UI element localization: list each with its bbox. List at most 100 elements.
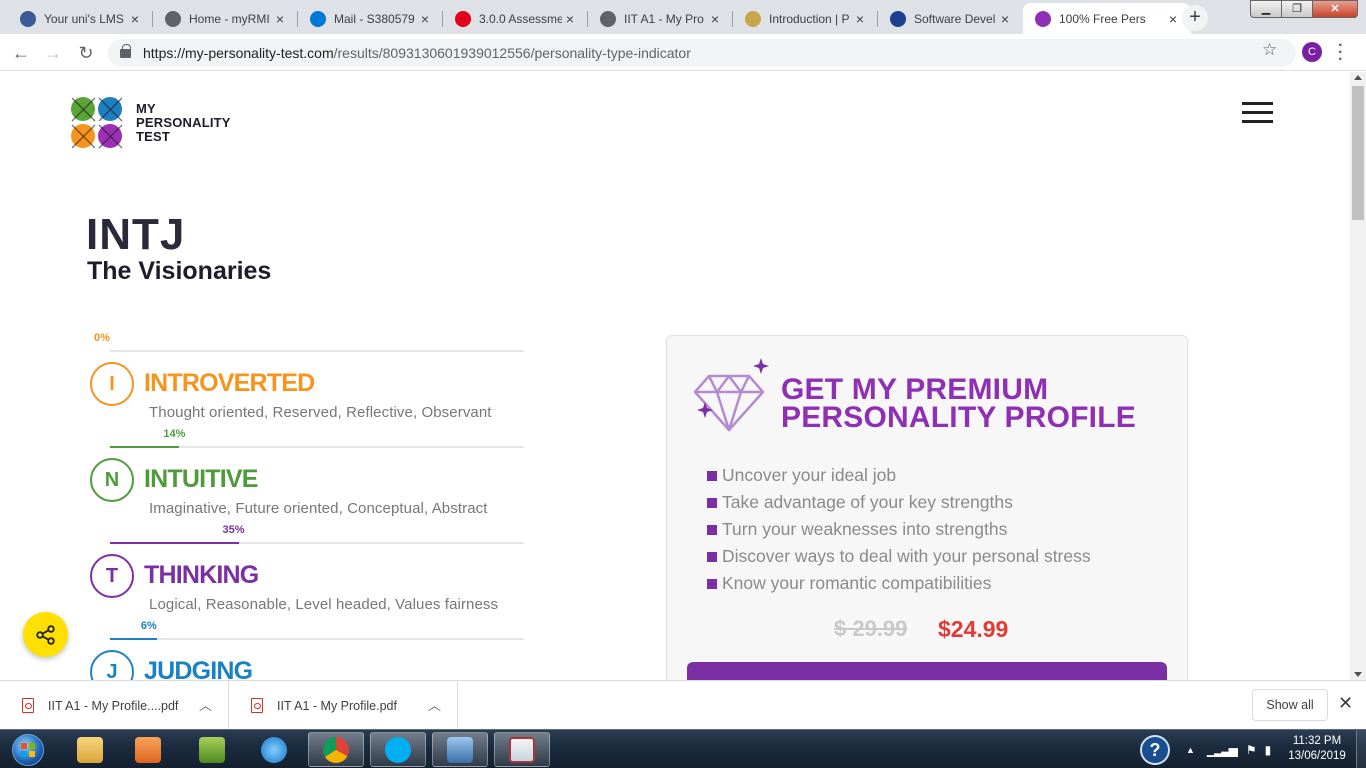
close-download-shelf-icon[interactable]: ✕ xyxy=(1338,693,1353,714)
show-desktop-button[interactable] xyxy=(1356,730,1366,768)
taskbar-explorer[interactable] xyxy=(62,732,118,767)
trait-percent: 35% xyxy=(222,524,245,536)
site-logo[interactable]: MY PERSONALITY TEST xyxy=(70,96,231,150)
bullet-square-icon xyxy=(707,551,717,562)
minimize-button[interactable]: ▁ xyxy=(1250,0,1282,18)
buy-premium-button[interactable] xyxy=(687,662,1167,680)
premium-feature-text: Discover ways to deal with your personal… xyxy=(722,546,1091,566)
tab-close-icon[interactable]: × xyxy=(997,11,1013,27)
help-icon[interactable]: ? xyxy=(1140,734,1170,765)
network-icon[interactable]: ▁▂▃▅ xyxy=(1207,743,1238,757)
favicon-icon xyxy=(600,10,616,27)
reload-icon[interactable]: ↻ xyxy=(73,40,99,66)
trait-track xyxy=(110,350,524,352)
browser-toolbar: ← → ↻ https://my-personality-test.com/re… xyxy=(0,34,1366,71)
tab-close-icon[interactable]: × xyxy=(562,11,578,27)
tab-close-icon[interactable]: × xyxy=(417,11,433,27)
logo-mark-icon xyxy=(71,97,123,149)
windows-taskbar: ? ▲ ▁▂▃▅ ⚑ ▮ 11:32 PM 13/06/2019 xyxy=(0,729,1366,768)
show-hidden-icons[interactable]: ▲ xyxy=(1186,745,1195,755)
diamond-icon xyxy=(693,358,769,432)
browser-tab[interactable]: 100% Free Pers × xyxy=(1023,3,1191,34)
tab-close-icon[interactable]: × xyxy=(1165,11,1181,27)
favicon-icon xyxy=(890,10,906,27)
download-item[interactable]: IIT A1 - My Profile....pdf ︿ xyxy=(0,681,229,730)
taskbar-chrome[interactable] xyxy=(308,732,364,767)
lock-icon xyxy=(120,43,131,58)
favicon-icon xyxy=(165,10,181,27)
skype-icon xyxy=(385,736,411,763)
tab-close-icon[interactable]: × xyxy=(127,11,143,27)
close-window-button[interactable]: ✕ xyxy=(1312,0,1358,18)
windows-logo-icon xyxy=(12,733,44,766)
browser-tab[interactable]: 3.0.0 Assessme × xyxy=(443,3,588,34)
pdf-file-icon xyxy=(251,698,263,713)
forward-icon[interactable]: → xyxy=(40,40,66,66)
power-icon[interactable]: ▮ xyxy=(1265,743,1272,757)
browser-tab[interactable]: Introduction | P × xyxy=(733,3,878,34)
browser-tab[interactable]: Your uni's LMS × xyxy=(8,3,153,34)
download-filename: IIT A1 - My Profile....pdf xyxy=(48,698,179,713)
address-bar[interactable]: https://my-personality-test.com/results/… xyxy=(108,39,1296,67)
tab-close-icon[interactable]: × xyxy=(707,11,723,27)
taskbar-remote-desktop[interactable] xyxy=(432,732,488,767)
chevron-up-icon[interactable]: ︿ xyxy=(428,695,441,714)
browser-tab[interactable]: IIT A1 - My Pro × xyxy=(588,3,733,34)
chevron-up-icon[interactable]: ︿ xyxy=(199,695,212,714)
tab-title: IIT A1 - My Pro xyxy=(624,11,704,26)
url-path: /results/8093130601939012556/personality… xyxy=(333,45,691,61)
premium-feature-item: Turn your weaknesses into strengths xyxy=(707,516,1091,543)
tab-title: Mail - S380579 xyxy=(334,11,415,26)
premium-feature-item: Take advantage of your key strengths xyxy=(707,489,1091,516)
start-button[interactable] xyxy=(6,731,50,768)
taskbar-access[interactable] xyxy=(494,732,550,767)
taskbar-internet-explorer[interactable] xyxy=(246,732,302,767)
trait-row: 6% J JUDGING xyxy=(90,620,524,680)
browser-tab[interactable]: Software Devel × xyxy=(878,3,1023,34)
hamburger-menu-icon[interactable] xyxy=(1242,102,1273,129)
maximize-button[interactable]: ❐ xyxy=(1281,0,1313,18)
bullet-square-icon xyxy=(707,497,717,508)
scrollbar-thumb[interactable] xyxy=(1352,86,1364,220)
bullet-square-icon xyxy=(707,470,717,481)
leaf-app-icon xyxy=(199,736,225,763)
scroll-down-icon[interactable] xyxy=(1354,672,1362,677)
action-center-flag-icon[interactable]: ⚑ xyxy=(1246,743,1257,757)
tab-title: 100% Free Pers xyxy=(1059,11,1146,26)
browser-menu-icon[interactable]: · · · xyxy=(1338,38,1344,68)
bookmark-star-icon[interactable]: ☆ xyxy=(1262,40,1277,60)
scroll-up-icon[interactable] xyxy=(1354,75,1362,80)
tab-title: Home - myRMI xyxy=(189,11,270,26)
tab-close-icon[interactable]: × xyxy=(272,11,288,27)
favicon-icon xyxy=(20,10,36,27)
tab-close-icon[interactable]: × xyxy=(852,11,868,27)
trait-row: 35% T THINKING Logical, Reasonable, Level h… xyxy=(90,524,524,628)
system-clock[interactable]: 11:32 PM 13/06/2019 xyxy=(1280,734,1354,764)
trait-letter: J xyxy=(90,650,134,680)
new-tab-button[interactable]: + xyxy=(1182,5,1208,31)
browser-tab-strip: Your uni's LMS × Home - myRMI × Mail - S3805… xyxy=(0,0,1366,34)
page-scrollbar[interactable] xyxy=(1350,72,1366,680)
back-icon[interactable]: ← xyxy=(8,40,34,66)
bullet-square-icon xyxy=(707,524,717,535)
taskbar-media-player[interactable] xyxy=(120,732,176,767)
trait-percent: 14% xyxy=(163,428,186,440)
trait-letter: N xyxy=(90,458,134,502)
taskbar-app-green[interactable] xyxy=(184,732,240,767)
browser-tab[interactable]: Mail - S380579 × xyxy=(298,3,443,34)
tab-title: Introduction | P xyxy=(769,11,850,26)
taskbar-skype[interactable] xyxy=(370,732,426,767)
premium-feature-list: Uncover your ideal job Take advantage of … xyxy=(707,462,1091,597)
share-button[interactable] xyxy=(23,612,68,657)
document-app-icon xyxy=(509,736,535,763)
browser-tab[interactable]: Home - myRMI × xyxy=(153,3,298,34)
profile-avatar[interactable]: C xyxy=(1302,42,1322,62)
tab-title: 3.0.0 Assessme xyxy=(479,11,562,26)
show-all-downloads-button[interactable]: Show all xyxy=(1252,689,1328,721)
tab-title: Your uni's LMS xyxy=(44,11,124,26)
download-filename: IIT A1 - My Profile.pdf xyxy=(277,698,397,713)
favicon-icon xyxy=(310,10,326,27)
web-page: MY PERSONALITY TEST INTJ The Visionaries… xyxy=(0,72,1350,680)
trait-bar xyxy=(110,638,157,640)
download-item[interactable]: IIT A1 - My Profile.pdf ︿ xyxy=(229,681,458,730)
